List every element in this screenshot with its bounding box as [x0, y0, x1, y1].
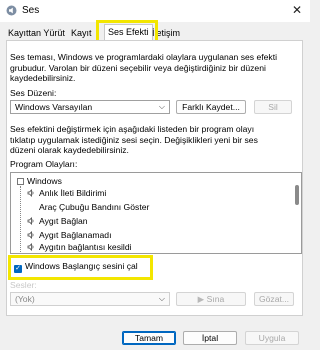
- list-scrollbar[interactable]: [295, 185, 299, 205]
- tree-line: [20, 186, 21, 253]
- chevron-down-icon: ⌵: [158, 294, 165, 303]
- list-item[interactable]: Aygıt Bağlanamadı: [27, 229, 111, 241]
- title-bar: [0, 0, 310, 22]
- list-item[interactable]: Aygıtın bağlantısı kesildi: [27, 241, 132, 253]
- list-item[interactable]: Araç Çubuğu Bandını Göster: [39, 201, 149, 213]
- apply-button[interactable]: Uygula: [245, 331, 299, 345]
- cancel-button[interactable]: İptal: [183, 331, 237, 345]
- sounds-select[interactable]: (Yok) ⌵: [10, 292, 170, 306]
- ok-button[interactable]: Tamam: [122, 331, 176, 345]
- speaker-icon: [27, 243, 34, 251]
- close-icon[interactable]: ✕: [290, 3, 304, 17]
- test-button[interactable]: ▶ Sına: [176, 292, 246, 306]
- browse-button[interactable]: Gözat...: [254, 292, 294, 306]
- tab-playback[interactable]: Kayıttan Yürüt: [8, 26, 65, 40]
- events-label: Program Olayları:: [10, 159, 78, 169]
- scheme-select[interactable]: Windows Varsayılan ⌵: [10, 100, 170, 114]
- play-icon: ▶: [197, 294, 205, 304]
- list-item[interactable]: Aygıt Bağlan: [27, 215, 88, 227]
- speaker-app-icon: [6, 5, 17, 16]
- list-item[interactable]: Anlık İleti Bildirimi: [27, 187, 106, 199]
- instruction-text: Ses efektini değiştirmek için aşağıdaki …: [10, 124, 258, 155]
- speaker-icon: [27, 231, 34, 239]
- list-group-windows[interactable]: Windows: [17, 175, 62, 187]
- window-title: Ses: [22, 5, 40, 16]
- checkbox-checked-icon[interactable]: ✓: [14, 265, 22, 273]
- program-events-list[interactable]: Windows Anlık İleti Bildirimi Araç Çubuğ…: [10, 172, 302, 254]
- collapse-icon[interactable]: [17, 178, 24, 185]
- speaker-icon: [27, 217, 34, 225]
- delete-button[interactable]: Sil: [254, 100, 292, 114]
- tab-recording[interactable]: Kayıt: [71, 26, 92, 40]
- speaker-icon: [27, 189, 34, 197]
- intro-text: Ses teması, Windows ve programlardaki ol…: [10, 52, 278, 83]
- sounds-label: Sesler:: [10, 280, 37, 290]
- startup-sound-checkbox[interactable]: ✓ Windows Başlangıç sesini çal: [14, 261, 138, 273]
- scheme-label: Ses Düzeni:: [10, 88, 57, 98]
- save-as-button[interactable]: Farklı Kaydet...: [176, 100, 246, 114]
- chevron-down-icon: ⌵: [158, 102, 165, 111]
